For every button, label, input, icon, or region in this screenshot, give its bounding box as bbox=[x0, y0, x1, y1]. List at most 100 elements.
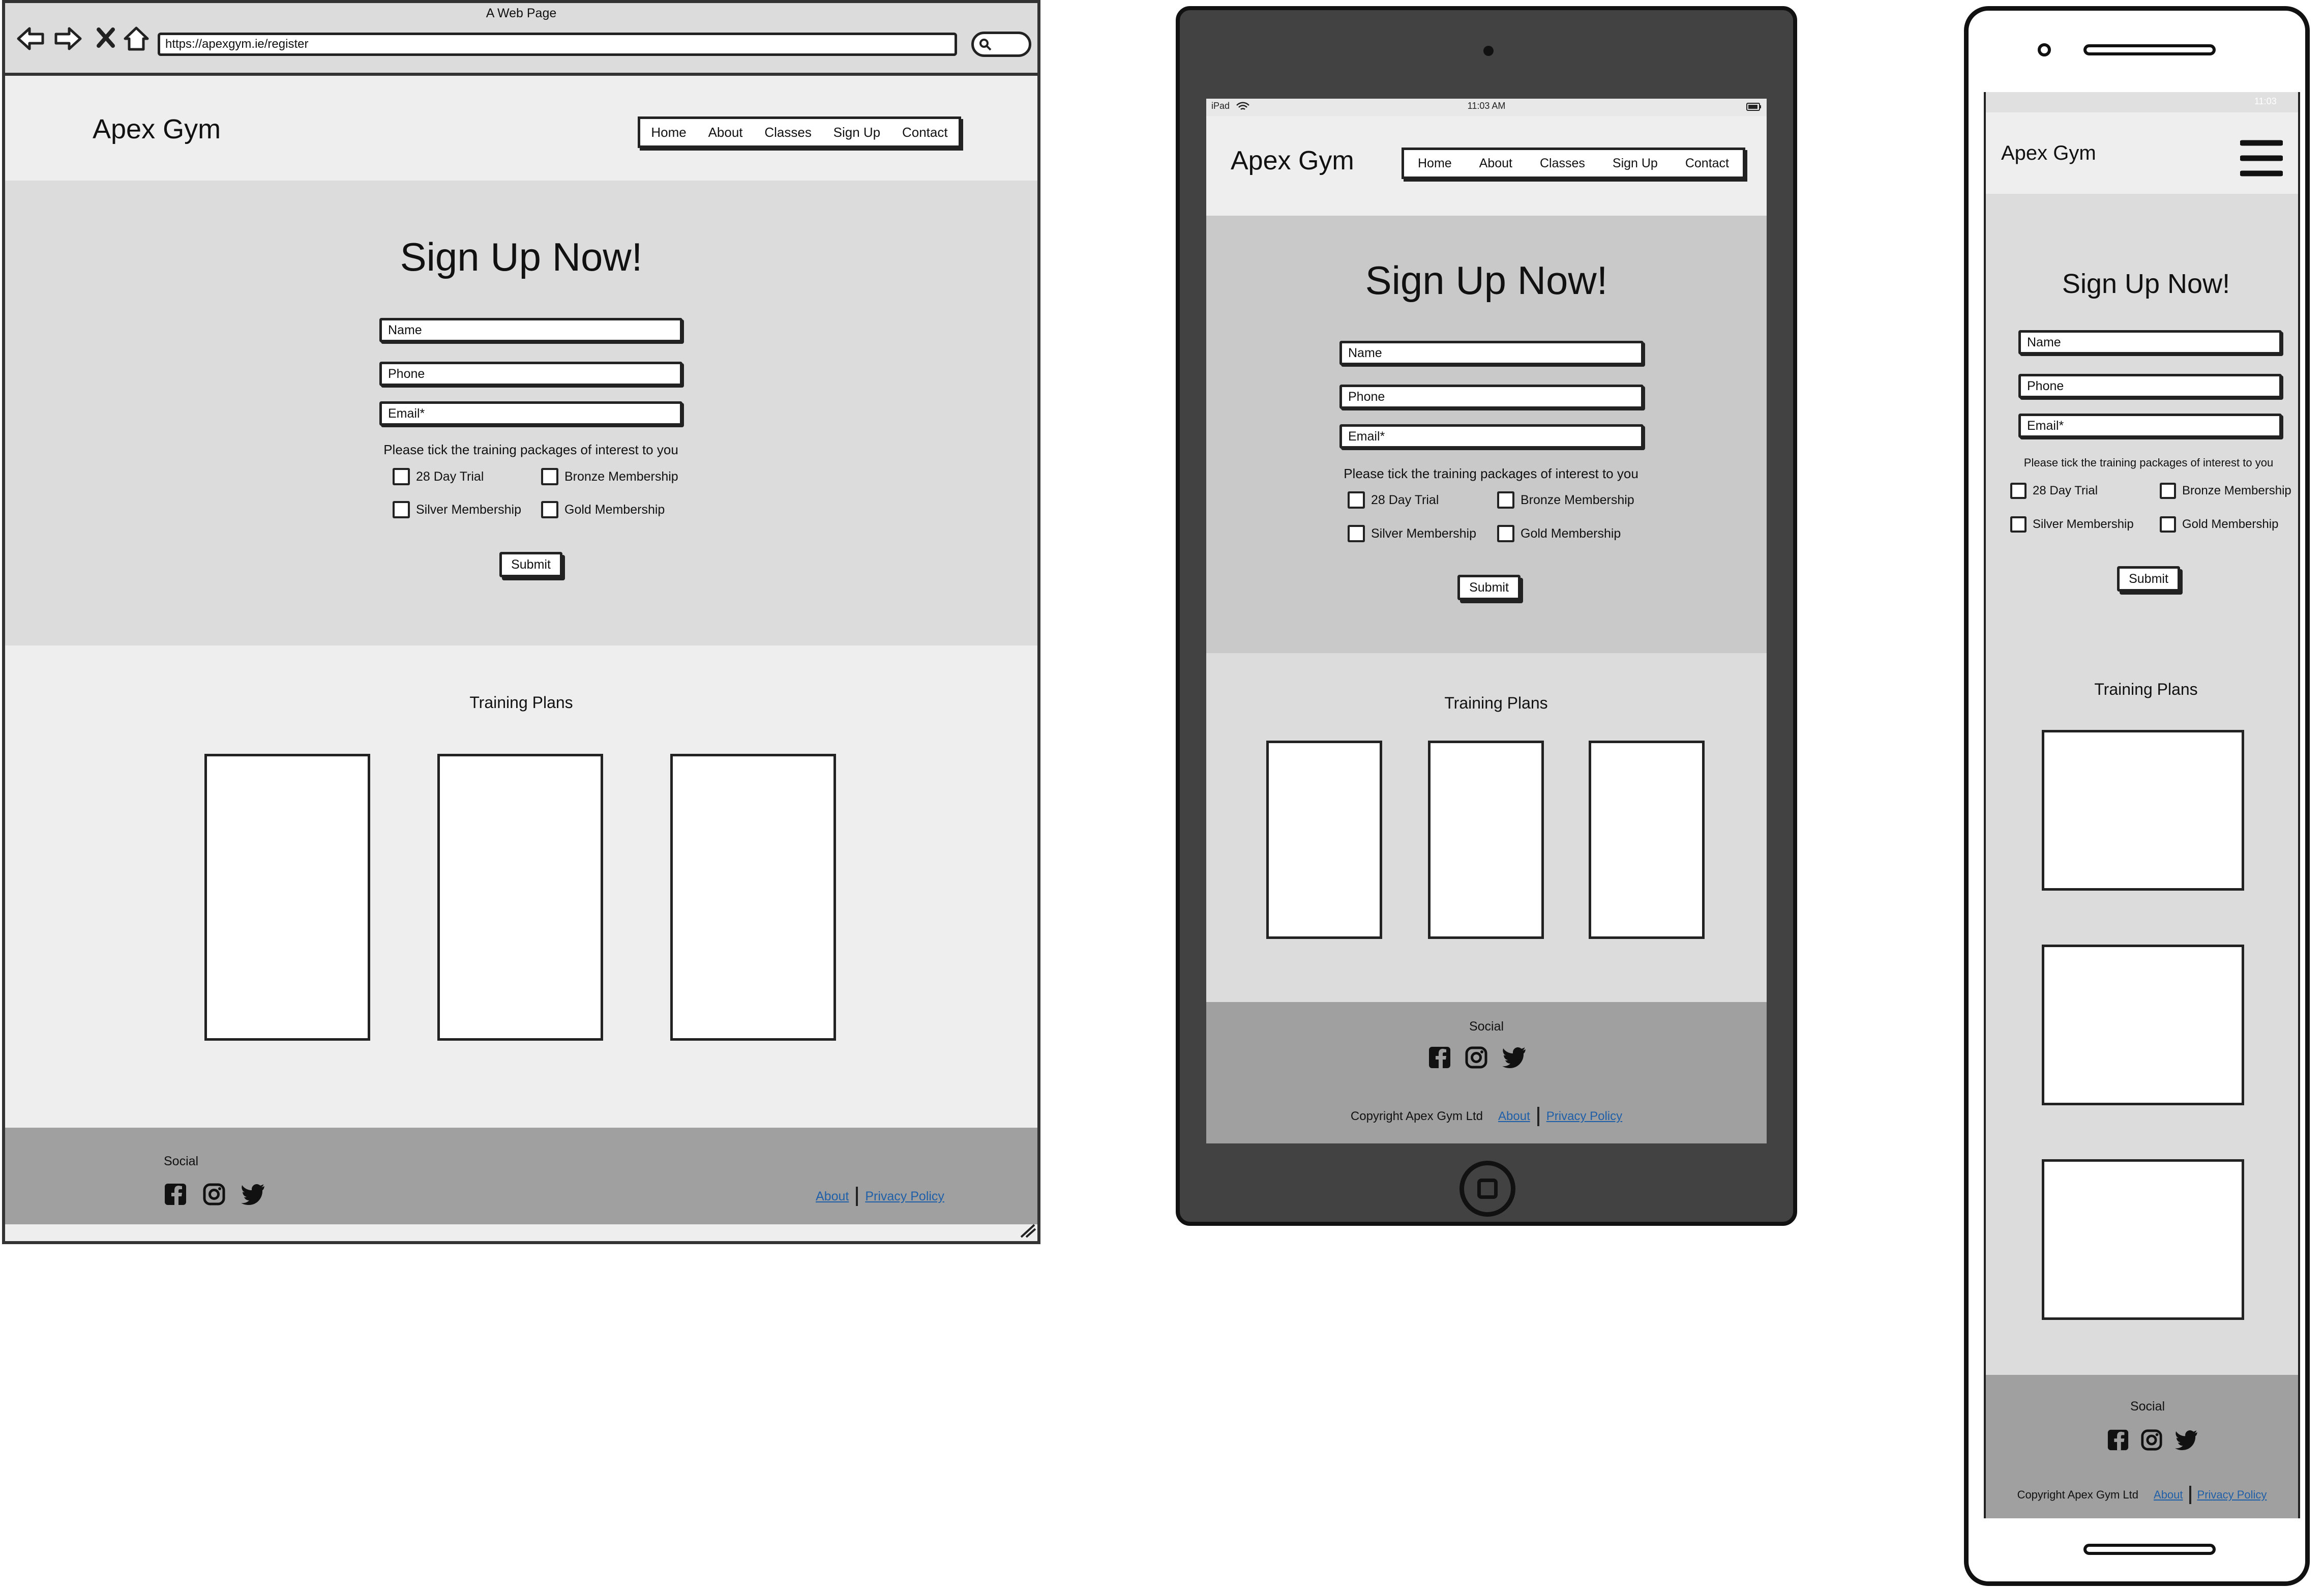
camera-dot bbox=[2038, 43, 2051, 56]
close-icon[interactable] bbox=[96, 26, 116, 49]
email-field[interactable]: Email* bbox=[2018, 414, 2282, 438]
checkbox-28-day-trial[interactable]: 28 Day Trial bbox=[2010, 483, 2098, 499]
footer-link-privacy[interactable]: Privacy Policy bbox=[2197, 1488, 2267, 1502]
signup-heading: Sign Up Now! bbox=[400, 234, 643, 279]
nav-contact[interactable]: Contact bbox=[1685, 156, 1729, 171]
checkbox-silver-membership[interactable]: Silver Membership bbox=[393, 501, 521, 518]
footer-link-about[interactable]: About bbox=[2154, 1488, 2183, 1502]
plan-card[interactable] bbox=[204, 754, 370, 1041]
link-separator bbox=[2189, 1486, 2191, 1504]
copyright-text: Copyright Apex Gym Ltd bbox=[1350, 1109, 1483, 1123]
back-arrow-icon[interactable] bbox=[16, 25, 45, 52]
checkbox-bronze-membership[interactable]: Bronze Membership bbox=[541, 468, 678, 485]
phone-field[interactable]: Phone bbox=[379, 362, 682, 386]
nav-sign-up[interactable]: Sign Up bbox=[1613, 156, 1658, 171]
checkbox-box[interactable] bbox=[393, 501, 410, 518]
site-footer: Social About Privacy Policy bbox=[5, 1128, 1037, 1224]
email-field[interactable]: Email* bbox=[1339, 424, 1644, 449]
name-field[interactable]: Name bbox=[379, 318, 682, 342]
forward-arrow-icon[interactable] bbox=[54, 25, 82, 52]
footer-link-privacy[interactable]: Privacy Policy bbox=[865, 1189, 944, 1204]
brand-logo[interactable]: Apex Gym bbox=[2001, 142, 2096, 165]
checkbox-box[interactable] bbox=[2010, 483, 2027, 499]
nav-home[interactable]: Home bbox=[1418, 156, 1452, 171]
checkbox-box[interactable] bbox=[1348, 525, 1365, 542]
email-field[interactable]: Email* bbox=[379, 401, 682, 426]
submit-button[interactable]: Submit bbox=[1457, 575, 1521, 600]
plan-card[interactable] bbox=[1266, 741, 1382, 939]
checkbox-box[interactable] bbox=[2160, 516, 2176, 533]
hamburger-menu-icon[interactable] bbox=[2240, 139, 2283, 178]
checkbox-silver-membership[interactable]: Silver Membership bbox=[2010, 516, 2134, 533]
nav-home[interactable]: Home bbox=[651, 125, 686, 140]
twitter-icon[interactable] bbox=[240, 1184, 265, 1205]
phone-field[interactable]: Phone bbox=[1339, 385, 1644, 409]
social-heading: Social bbox=[2130, 1399, 2165, 1414]
nav-sign-up[interactable]: Sign Up bbox=[833, 125, 881, 140]
checkbox-gold-membership[interactable]: Gold Membership bbox=[2160, 516, 2278, 533]
nav-contact[interactable]: Contact bbox=[902, 125, 948, 140]
facebook-icon[interactable] bbox=[164, 1183, 187, 1206]
checkbox-label: Gold Membership bbox=[2182, 517, 2279, 531]
instagram-icon[interactable] bbox=[202, 1183, 226, 1206]
facebook-icon[interactable] bbox=[1428, 1046, 1451, 1069]
nav-about[interactable]: About bbox=[708, 125, 743, 140]
submit-button[interactable]: Submit bbox=[2117, 566, 2180, 592]
checkbox-gold-membership[interactable]: Gold Membership bbox=[541, 501, 665, 518]
plan-card[interactable] bbox=[2042, 945, 2244, 1105]
footer-link-about[interactable]: About bbox=[816, 1189, 849, 1204]
footer-link-about[interactable]: About bbox=[1498, 1109, 1530, 1124]
name-field[interactable]: Name bbox=[2018, 330, 2282, 355]
checkbox-box[interactable] bbox=[1497, 491, 1514, 509]
phone-frame: 11:03 Apex Gym Sign Up Now! Name Phone E… bbox=[1964, 6, 2310, 1586]
footer-link-privacy[interactable]: Privacy Policy bbox=[1546, 1109, 1622, 1124]
checkbox-label: Bronze Membership bbox=[564, 469, 678, 484]
address-bar[interactable]: https://apexgym.ie/register bbox=[158, 33, 957, 56]
plan-card[interactable] bbox=[437, 754, 603, 1041]
checkbox-box[interactable] bbox=[2160, 483, 2176, 499]
social-heading: Social bbox=[164, 1154, 199, 1168]
plan-card[interactable] bbox=[1589, 741, 1705, 939]
checkbox-bronze-membership[interactable]: Bronze Membership bbox=[2160, 483, 2291, 499]
search-icon bbox=[979, 38, 992, 51]
instagram-icon[interactable] bbox=[2140, 1429, 2163, 1451]
home-button-square bbox=[1477, 1179, 1498, 1199]
checkbox-silver-membership[interactable]: Silver Membership bbox=[1348, 525, 1476, 542]
name-field[interactable]: Name bbox=[1339, 341, 1644, 365]
phone-field[interactable]: Phone bbox=[2018, 374, 2282, 398]
phone-screen: 11:03 Apex Gym Sign Up Now! Name Phone E… bbox=[1984, 92, 2300, 1518]
resize-grip-icon[interactable] bbox=[1019, 1223, 1036, 1238]
checkbox-box[interactable] bbox=[541, 468, 558, 485]
site-footer: Social Copyright Apex Gym Ltd About Priv… bbox=[1206, 1002, 1767, 1143]
checkbox-box[interactable] bbox=[1348, 491, 1365, 509]
checkbox-bronze-membership[interactable]: Bronze Membership bbox=[1497, 491, 1634, 509]
plan-card[interactable] bbox=[2042, 1159, 2244, 1320]
site-header: Apex Gym Home About Classes Sign Up Cont… bbox=[5, 79, 1037, 181]
checkbox-box[interactable] bbox=[1497, 525, 1514, 542]
twitter-icon[interactable] bbox=[1501, 1047, 1527, 1068]
nav-about[interactable]: About bbox=[1479, 156, 1512, 171]
search-box[interactable] bbox=[971, 32, 1031, 57]
home-button[interactable] bbox=[1459, 1161, 1515, 1217]
plan-card[interactable] bbox=[2042, 730, 2244, 891]
home-icon[interactable] bbox=[123, 25, 150, 52]
checkbox-box[interactable] bbox=[393, 468, 410, 485]
brand-logo[interactable]: Apex Gym bbox=[93, 113, 221, 145]
link-separator bbox=[1537, 1107, 1539, 1126]
instagram-icon[interactable] bbox=[1465, 1046, 1488, 1069]
twitter-icon[interactable] bbox=[2174, 1430, 2198, 1450]
checkbox-box[interactable] bbox=[2010, 516, 2027, 533]
checkbox-28-day-trial[interactable]: 28 Day Trial bbox=[1348, 491, 1439, 509]
checkbox-28-day-trial[interactable]: 28 Day Trial bbox=[393, 468, 484, 485]
camera-dot bbox=[1483, 46, 1494, 56]
plan-card[interactable] bbox=[670, 754, 836, 1041]
submit-button[interactable]: Submit bbox=[499, 552, 562, 577]
brand-logo[interactable]: Apex Gym bbox=[1231, 145, 1354, 176]
nav-classes[interactable]: Classes bbox=[1540, 156, 1585, 171]
checkbox-gold-membership[interactable]: Gold Membership bbox=[1497, 525, 1621, 542]
plan-card[interactable] bbox=[1428, 741, 1544, 939]
signup-section: Sign Up Now! Name Phone Email* Please ti… bbox=[1986, 194, 2298, 635]
nav-classes[interactable]: Classes bbox=[764, 125, 811, 140]
checkbox-box[interactable] bbox=[541, 501, 558, 518]
facebook-icon[interactable] bbox=[2107, 1429, 2129, 1451]
